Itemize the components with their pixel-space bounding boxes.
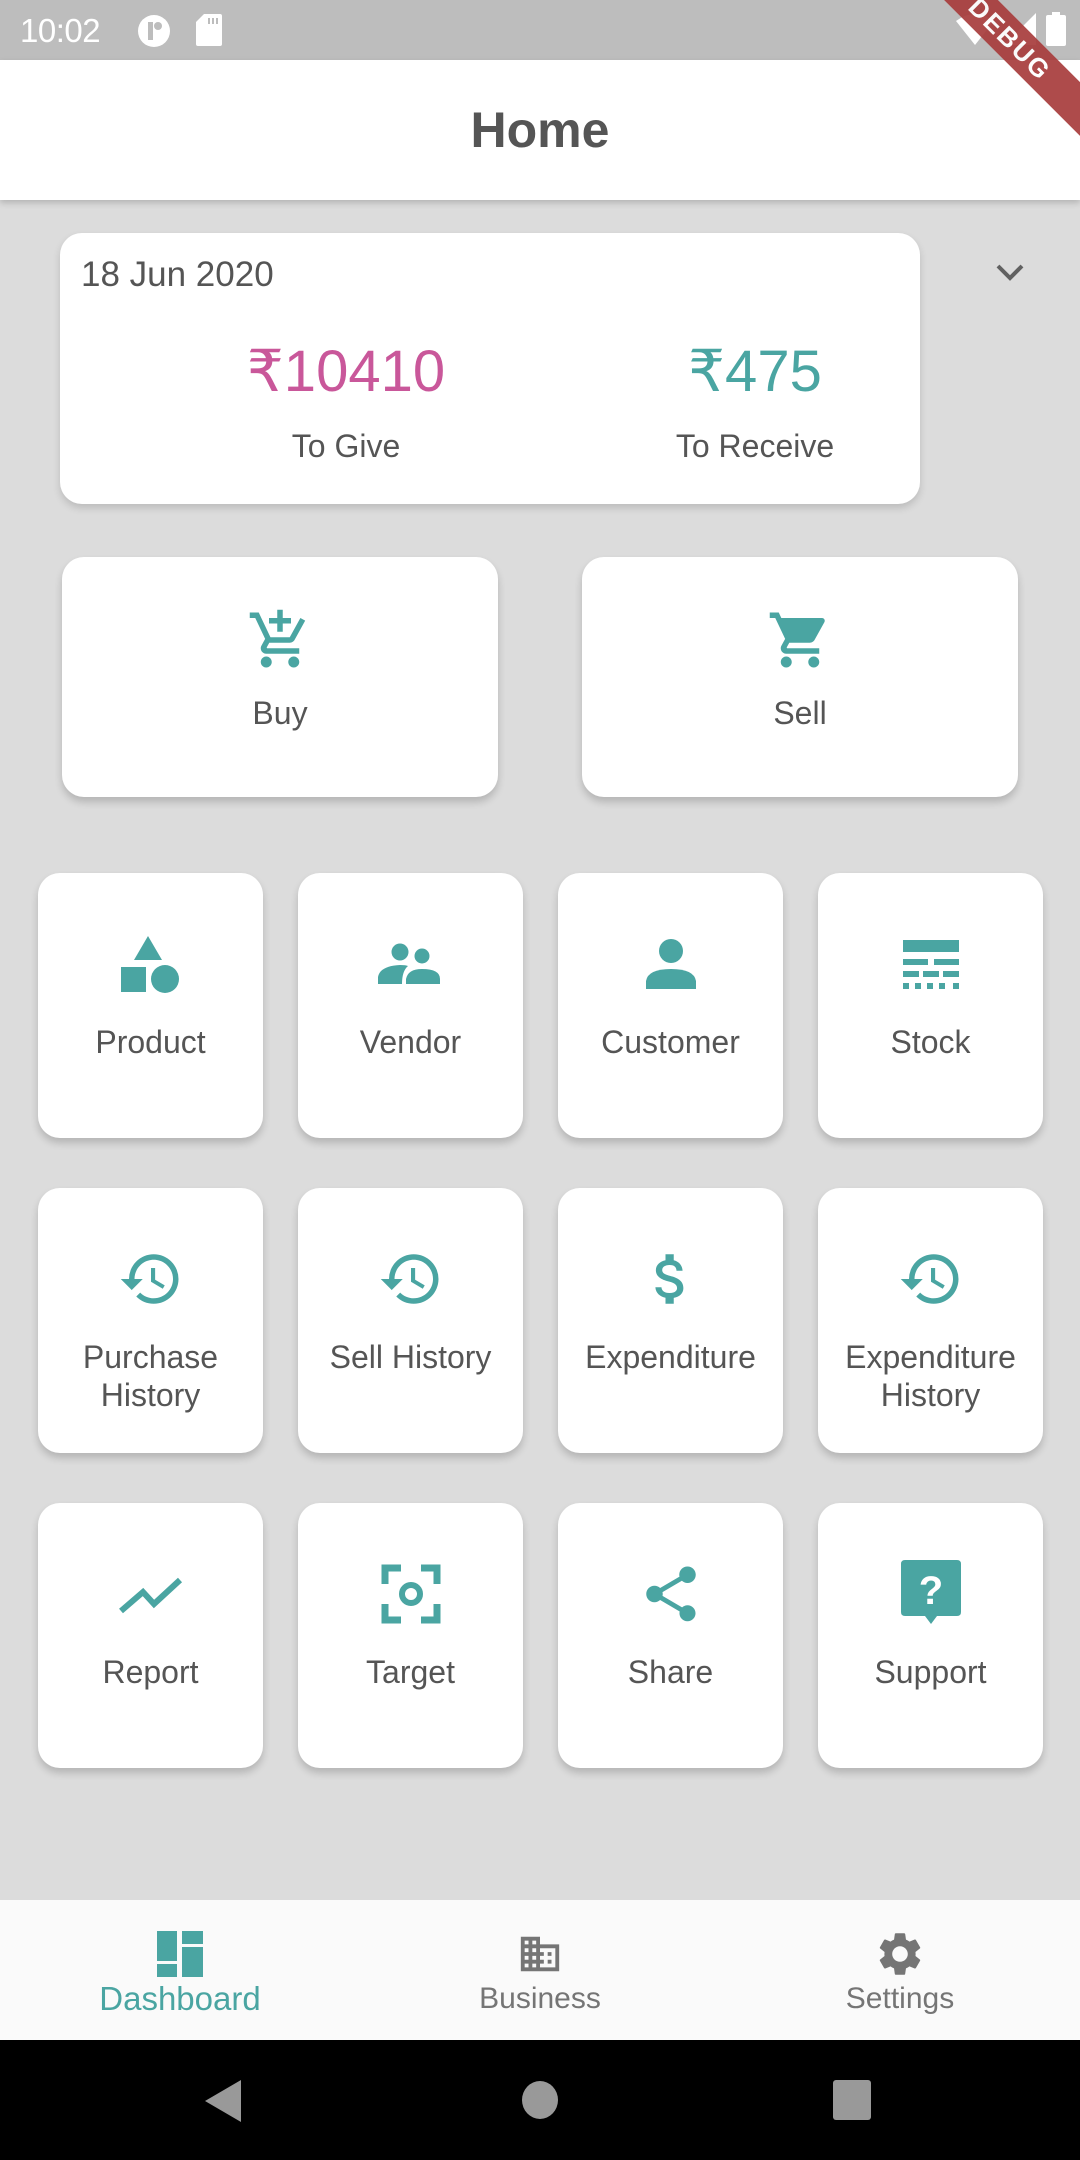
- category-shapes-icon: [116, 929, 186, 999]
- expenditure-history-label: Expenditure History: [845, 1339, 1016, 1413]
- sd-card-icon: [196, 14, 222, 51]
- notification-app-icon: [136, 14, 172, 53]
- target-label: Target: [366, 1654, 455, 1690]
- battery-icon: [1046, 12, 1066, 51]
- help-bubble-icon: ?: [896, 1559, 966, 1629]
- status-time: 10:02: [20, 12, 101, 49]
- share-tile[interactable]: Share: [558, 1503, 783, 1768]
- sell-label: Sell: [773, 695, 827, 731]
- app-bar: Home: [0, 60, 1080, 200]
- sell-history-label: Sell History: [329, 1339, 492, 1375]
- vendor-tile[interactable]: Vendor: [298, 873, 523, 1138]
- support-label: Support: [874, 1654, 987, 1690]
- stock-tile[interactable]: Stock: [818, 873, 1043, 1138]
- report-label: Report: [102, 1654, 199, 1690]
- business-building-icon: [510, 1924, 570, 1984]
- nav-tab-business[interactable]: Business: [360, 1900, 720, 2040]
- support-tile[interactable]: ? Support: [818, 1503, 1043, 1768]
- nav-label-dashboard: Dashboard: [99, 1980, 261, 2017]
- dollar-icon: [636, 1244, 706, 1314]
- stock-layers-icon: [896, 929, 966, 999]
- customer-label: Customer: [601, 1024, 740, 1060]
- recents-button[interactable]: [833, 2080, 871, 2125]
- to-give-label: To Give: [291, 428, 401, 464]
- dashboard-icon: [150, 1924, 210, 1984]
- status-bar: 10:02: [0, 0, 1080, 60]
- expenditure-history-tile[interactable]: Expenditure History: [818, 1188, 1043, 1453]
- report-tile[interactable]: Report: [38, 1503, 263, 1768]
- people-icon: [376, 929, 446, 999]
- back-button[interactable]: [205, 2080, 245, 2127]
- nav-tab-settings[interactable]: Settings: [720, 1900, 1080, 2040]
- target-tile[interactable]: Target: [298, 1503, 523, 1768]
- vendor-label: Vendor: [359, 1024, 462, 1060]
- expenditure-tile[interactable]: Expenditure: [558, 1188, 783, 1453]
- to-receive-amount: ₹475: [688, 339, 822, 404]
- center-focus-icon: [376, 1559, 446, 1629]
- history-icon: [116, 1244, 186, 1314]
- to-receive-label: To Receive: [675, 428, 835, 464]
- expenditure-label: Expenditure: [585, 1339, 756, 1375]
- bottom-navigation: Dashboard Business Settings: [0, 1900, 1080, 2040]
- chevron-down-icon: [995, 263, 1025, 288]
- expand-summary-button[interactable]: [985, 255, 1035, 295]
- history-icon: [896, 1244, 966, 1314]
- buy-button[interactable]: Buy: [62, 557, 498, 797]
- system-navigation-bar: [0, 2040, 1080, 2160]
- product-label: Product: [95, 1024, 206, 1060]
- to-receive-section: ₹475 To Receive: [605, 338, 905, 465]
- add-shopping-cart-icon: [247, 607, 313, 678]
- share-label: Share: [627, 1654, 714, 1690]
- summary-date: 18 Jun 2020: [81, 255, 274, 294]
- stock-label: Stock: [890, 1024, 971, 1060]
- page-title: Home: [470, 102, 610, 158]
- svg-text:?: ?: [918, 1569, 942, 1613]
- to-give-section: ₹10410 To Give: [196, 338, 496, 465]
- sell-button[interactable]: Sell: [582, 557, 1018, 797]
- purchase-history-tile[interactable]: Purchase History: [38, 1188, 263, 1453]
- purchase-history-label: Purchase History: [82, 1339, 219, 1413]
- nav-tab-dashboard[interactable]: Dashboard: [0, 1900, 360, 2040]
- share-icon: [636, 1559, 706, 1629]
- to-give-amount: ₹10410: [246, 339, 446, 404]
- summary-card[interactable]: 18 Jun 2020 ₹10410 To Give ₹475 To Recei…: [60, 233, 920, 504]
- customer-tile[interactable]: Customer: [558, 873, 783, 1138]
- home-button[interactable]: [521, 2080, 559, 2125]
- gear-icon: [870, 1924, 930, 1984]
- trending-line-icon: [116, 1559, 186, 1629]
- shopping-cart-icon: [767, 607, 833, 678]
- product-tile[interactable]: Product: [38, 873, 263, 1138]
- sell-history-tile[interactable]: Sell History: [298, 1188, 523, 1453]
- nav-label-settings: Settings: [845, 1982, 955, 2015]
- person-icon: [636, 929, 706, 999]
- nav-label-business: Business: [479, 1982, 601, 2015]
- buy-label: Buy: [252, 695, 308, 731]
- history-icon: [376, 1244, 446, 1314]
